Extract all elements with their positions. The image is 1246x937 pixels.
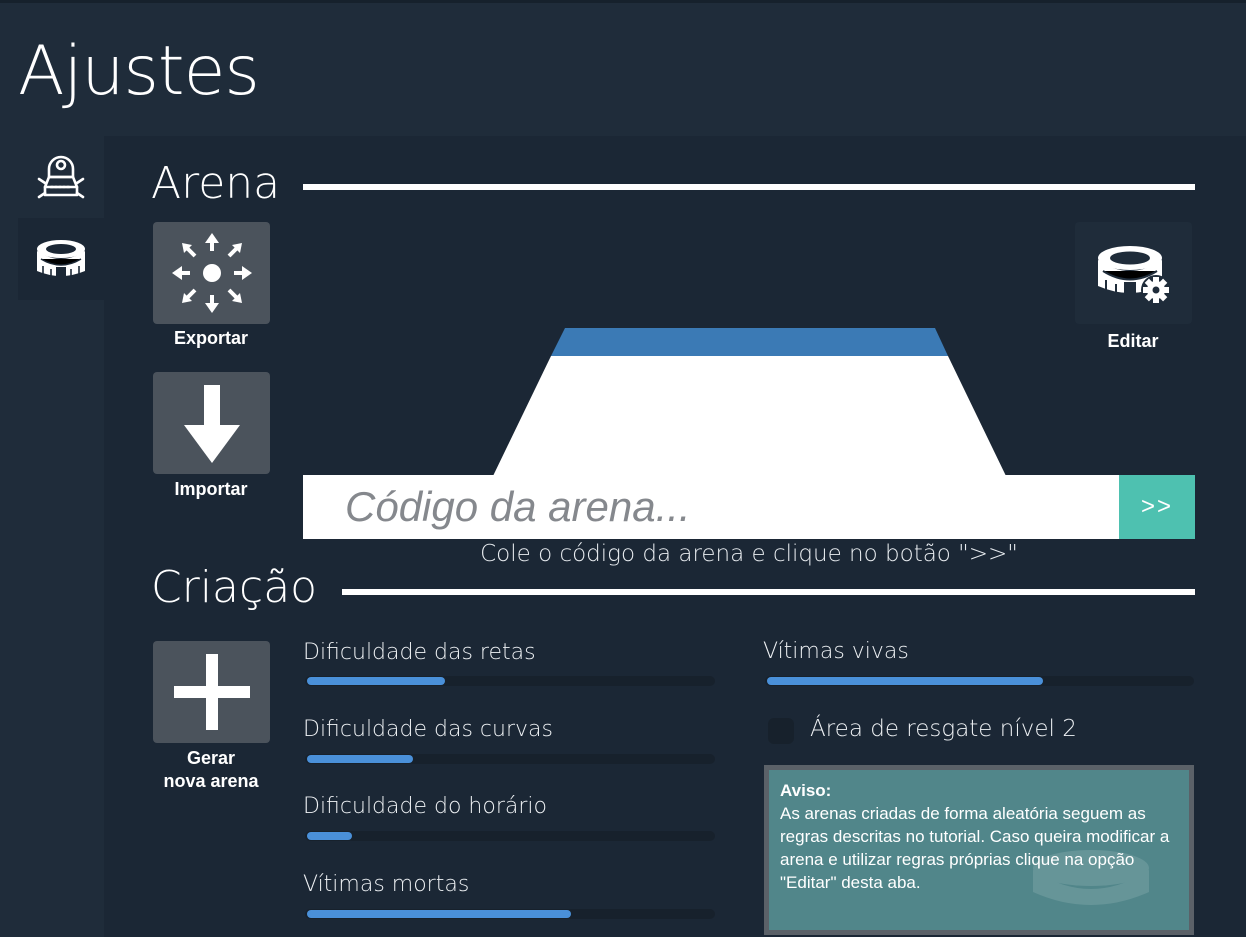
arrow-down-icon: [183, 385, 240, 463]
submit-code-button[interactable]: >>: [1119, 475, 1195, 539]
import-label: Importar: [174, 479, 248, 499]
arena-code-hint: Cole o código da arena e clique no botão…: [480, 541, 1018, 567]
generate-label-line2: nova arena: [163, 771, 259, 791]
slider-straights[interactable]: [305, 676, 715, 686]
import-button[interactable]: [153, 372, 270, 474]
slider-label-curves: Dificuldade das curvas: [303, 717, 553, 742]
creation-section-title: Criação: [151, 562, 318, 613]
slider-fill: [307, 910, 571, 918]
notice-box: Aviso: As arenas criadas de forma aleató…: [764, 765, 1194, 935]
stadium-settings-icon: [1097, 246, 1171, 305]
page-title: Ajustes: [18, 32, 260, 111]
generate-arena-button[interactable]: [153, 641, 270, 743]
export-icon: [171, 233, 252, 313]
export-button[interactable]: [153, 222, 270, 324]
slider-fill: [767, 677, 1044, 685]
slider-label-time: Dificuldade do horário: [303, 794, 547, 819]
export-label: Exportar: [173, 328, 249, 348]
notice-title: Aviso:: [780, 781, 832, 800]
slider-label-dead-victims: Vítimas mortas: [303, 872, 470, 897]
slider-fill: [307, 832, 352, 840]
slider-label-live-victims: Vítimas vivas: [763, 639, 909, 664]
generate-label-line1: Gerar: [186, 748, 236, 768]
rescue-level2-label: Área de resgate nível 2: [810, 716, 1077, 742]
stadium-watermark-icon: [1033, 850, 1149, 905]
plus-icon: [173, 654, 250, 730]
edit-button[interactable]: [1075, 222, 1192, 324]
arena-divider: [303, 184, 1195, 190]
slider-live-victims[interactable]: [765, 676, 1194, 686]
slider-dead-victims[interactable]: [305, 909, 715, 919]
slider-label-straights: Dificuldade das retas: [303, 640, 536, 665]
slider-fill: [307, 755, 413, 763]
sidebar: [18, 136, 104, 937]
rescue-level2-checkbox[interactable]: [768, 718, 794, 744]
generate-arena-label: Gerar nova arena: [131, 747, 291, 793]
arena-code-input[interactable]: [303, 475, 1119, 539]
edit-label: Editar: [1107, 331, 1159, 351]
robot-icon: [37, 155, 85, 199]
arena-section-title: Arena: [151, 158, 281, 209]
sidebar-item-robot[interactable]: [18, 136, 104, 218]
top-border: [0, 0, 1246, 3]
creation-divider: [342, 589, 1195, 595]
slider-time[interactable]: [305, 831, 715, 841]
slider-curves[interactable]: [305, 754, 715, 764]
slider-fill: [307, 677, 446, 685]
sidebar-item-arena[interactable]: [18, 218, 104, 300]
stadium-icon: [37, 240, 85, 279]
